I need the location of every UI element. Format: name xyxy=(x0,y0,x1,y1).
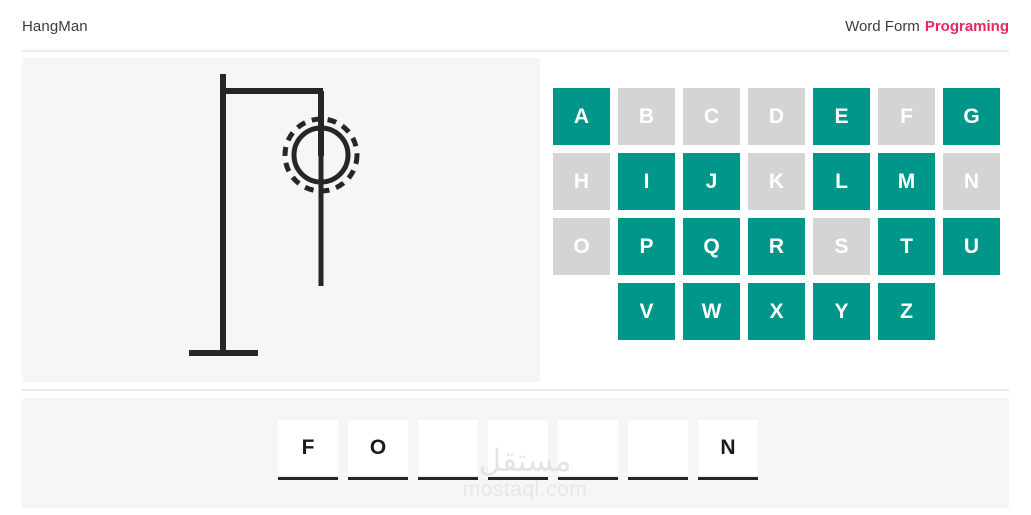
letter-key-d[interactable]: D xyxy=(748,88,805,145)
word-slot xyxy=(488,420,548,480)
page-title: HangMan xyxy=(22,17,88,35)
letter-key-s[interactable]: S xyxy=(813,218,870,275)
letter-key-a[interactable]: A xyxy=(553,88,610,145)
word-slot-underline xyxy=(348,477,408,480)
letter-key-g[interactable]: G xyxy=(943,88,1000,145)
word-slot-letter: N xyxy=(698,420,758,475)
word-slot-letter xyxy=(418,420,478,475)
letter-key-w[interactable]: W xyxy=(683,283,740,340)
letter-key-b[interactable]: B xyxy=(618,88,675,145)
word-display-panel: FO N xyxy=(22,398,1009,508)
letter-key-j[interactable]: J xyxy=(683,153,740,210)
letter-key-x[interactable]: X xyxy=(748,283,805,340)
letter-key-q[interactable]: Q xyxy=(683,218,740,275)
word-slot-letter xyxy=(488,420,548,475)
word-slot xyxy=(558,420,618,480)
gallows-panel xyxy=(22,58,540,382)
letter-key-c[interactable]: C xyxy=(683,88,740,145)
letter-key-p[interactable]: P xyxy=(618,218,675,275)
letter-key-n[interactable]: N xyxy=(943,153,1000,210)
letter-key-m[interactable]: M xyxy=(878,153,935,210)
letter-key-z[interactable]: Z xyxy=(878,283,935,340)
letter-key-t[interactable]: T xyxy=(878,218,935,275)
word-form-value: Programing xyxy=(924,17,1009,35)
word-slot-underline xyxy=(278,477,338,480)
word-slot: F xyxy=(278,420,338,480)
letter-key-l[interactable]: L xyxy=(813,153,870,210)
word-form-status: Word Form Programing xyxy=(845,18,1009,35)
letter-key-u[interactable]: U xyxy=(943,218,1000,275)
word-slot-letter xyxy=(628,420,688,475)
word-slot-underline xyxy=(628,477,688,480)
letter-key-i[interactable]: I xyxy=(618,153,675,210)
letter-keyboard: ABCDEFG HIJKLMN OPQRSTU VWXYZ xyxy=(553,88,1013,348)
word-slot: N xyxy=(698,420,758,480)
word-slot-underline xyxy=(698,477,758,480)
word-slot xyxy=(418,420,478,480)
panel-divider xyxy=(22,389,1009,391)
word-slot: O xyxy=(348,420,408,480)
key-row: ABCDEFG xyxy=(553,88,1013,145)
word-slot-letter: F xyxy=(278,420,338,475)
letter-key-o[interactable]: O xyxy=(553,218,610,275)
app-header: HangMan Word Form Programing xyxy=(0,0,1031,52)
letter-key-h[interactable]: H xyxy=(553,153,610,210)
word-slot-underline xyxy=(488,477,548,480)
letter-key-v[interactable]: V xyxy=(618,283,675,340)
word-slot-letter xyxy=(558,420,618,475)
letter-key-k[interactable]: K xyxy=(748,153,805,210)
word-slot-list: FO N xyxy=(278,420,758,480)
letter-key-e[interactable]: E xyxy=(813,88,870,145)
key-row: OPQRSTU xyxy=(553,218,1013,275)
word-form-label: Word Form xyxy=(845,17,920,35)
header-divider xyxy=(22,50,1009,52)
word-slot-underline xyxy=(418,477,478,480)
word-slot-underline xyxy=(558,477,618,480)
key-row: VWXYZ xyxy=(553,283,1013,340)
letter-key-r[interactable]: R xyxy=(748,218,805,275)
hangman-drawing xyxy=(189,74,360,356)
word-slot-letter: O xyxy=(348,420,408,475)
key-row: HIJKLMN xyxy=(553,153,1013,210)
word-slot xyxy=(628,420,688,480)
letter-key-f[interactable]: F xyxy=(878,88,935,145)
letter-key-y[interactable]: Y xyxy=(813,283,870,340)
